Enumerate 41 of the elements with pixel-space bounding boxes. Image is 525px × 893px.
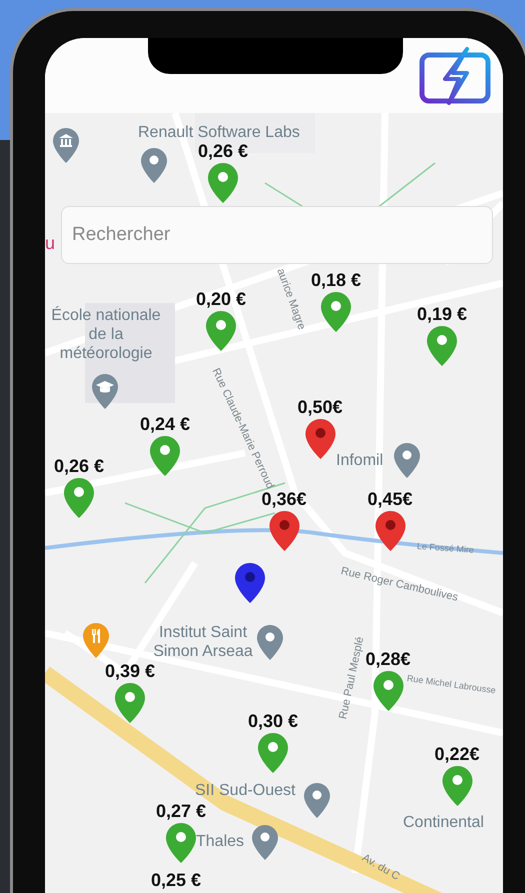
street-label: aurice Magre (274, 266, 308, 332)
price-label: 0,36€ (261, 489, 307, 510)
place-label: École nationale de la météorologie (50, 306, 162, 363)
place-pin-icon (141, 148, 167, 183)
street-label: Rue Michel Labrousse (406, 673, 496, 696)
place-label: Thales (196, 832, 244, 851)
place-pin-icon (252, 825, 278, 860)
price-label: 0,45€ (367, 488, 413, 510)
street-label: Av. du C (360, 852, 402, 883)
poi-fork-knife-icon (83, 623, 109, 658)
poi-graduation-cap-icon (92, 374, 118, 409)
place-pin-icon (304, 783, 330, 818)
place-label: Institut Saint Simon Arseaa (152, 623, 254, 661)
search-field[interactable]: Rechercher (61, 206, 493, 264)
price-label: 0,24 € (140, 413, 190, 435)
station-pin-icon[interactable] (375, 511, 405, 551)
price-label: 0,39 € (104, 660, 156, 682)
price-label: 0,50€ (297, 396, 343, 418)
price-label: 0,26 € (54, 455, 104, 477)
price-label: 0,30 € (248, 710, 298, 732)
location-pin-icon[interactable] (235, 563, 265, 603)
place-pin-icon (257, 625, 283, 660)
street-label: u (45, 233, 56, 254)
price-label: 0,18 € (310, 269, 362, 291)
price-label: 0,26 € (198, 140, 248, 162)
poi-museum-icon (53, 128, 79, 163)
place-label: Continental (403, 813, 484, 832)
street-label: Rue Paul Mesplé (337, 636, 366, 720)
price-label: 0,25 € (150, 869, 202, 891)
price-label: 0,28€ (365, 648, 411, 670)
price-label: 0,19 € (416, 303, 468, 325)
station-pin-icon[interactable] (269, 511, 299, 551)
price-label: 0,22€ (434, 743, 480, 765)
place-label: Infomil (336, 451, 384, 470)
price-label: 0,20 € (196, 288, 246, 310)
station-pin-icon[interactable] (305, 419, 335, 459)
street-label: Le Fossé Mire (416, 541, 474, 555)
price-label: 0,27 € (156, 800, 206, 822)
place-pin-icon (394, 443, 420, 478)
place-label: SII Sud-Ouest (195, 781, 296, 800)
place-label: Renault Software Labs (138, 123, 300, 142)
